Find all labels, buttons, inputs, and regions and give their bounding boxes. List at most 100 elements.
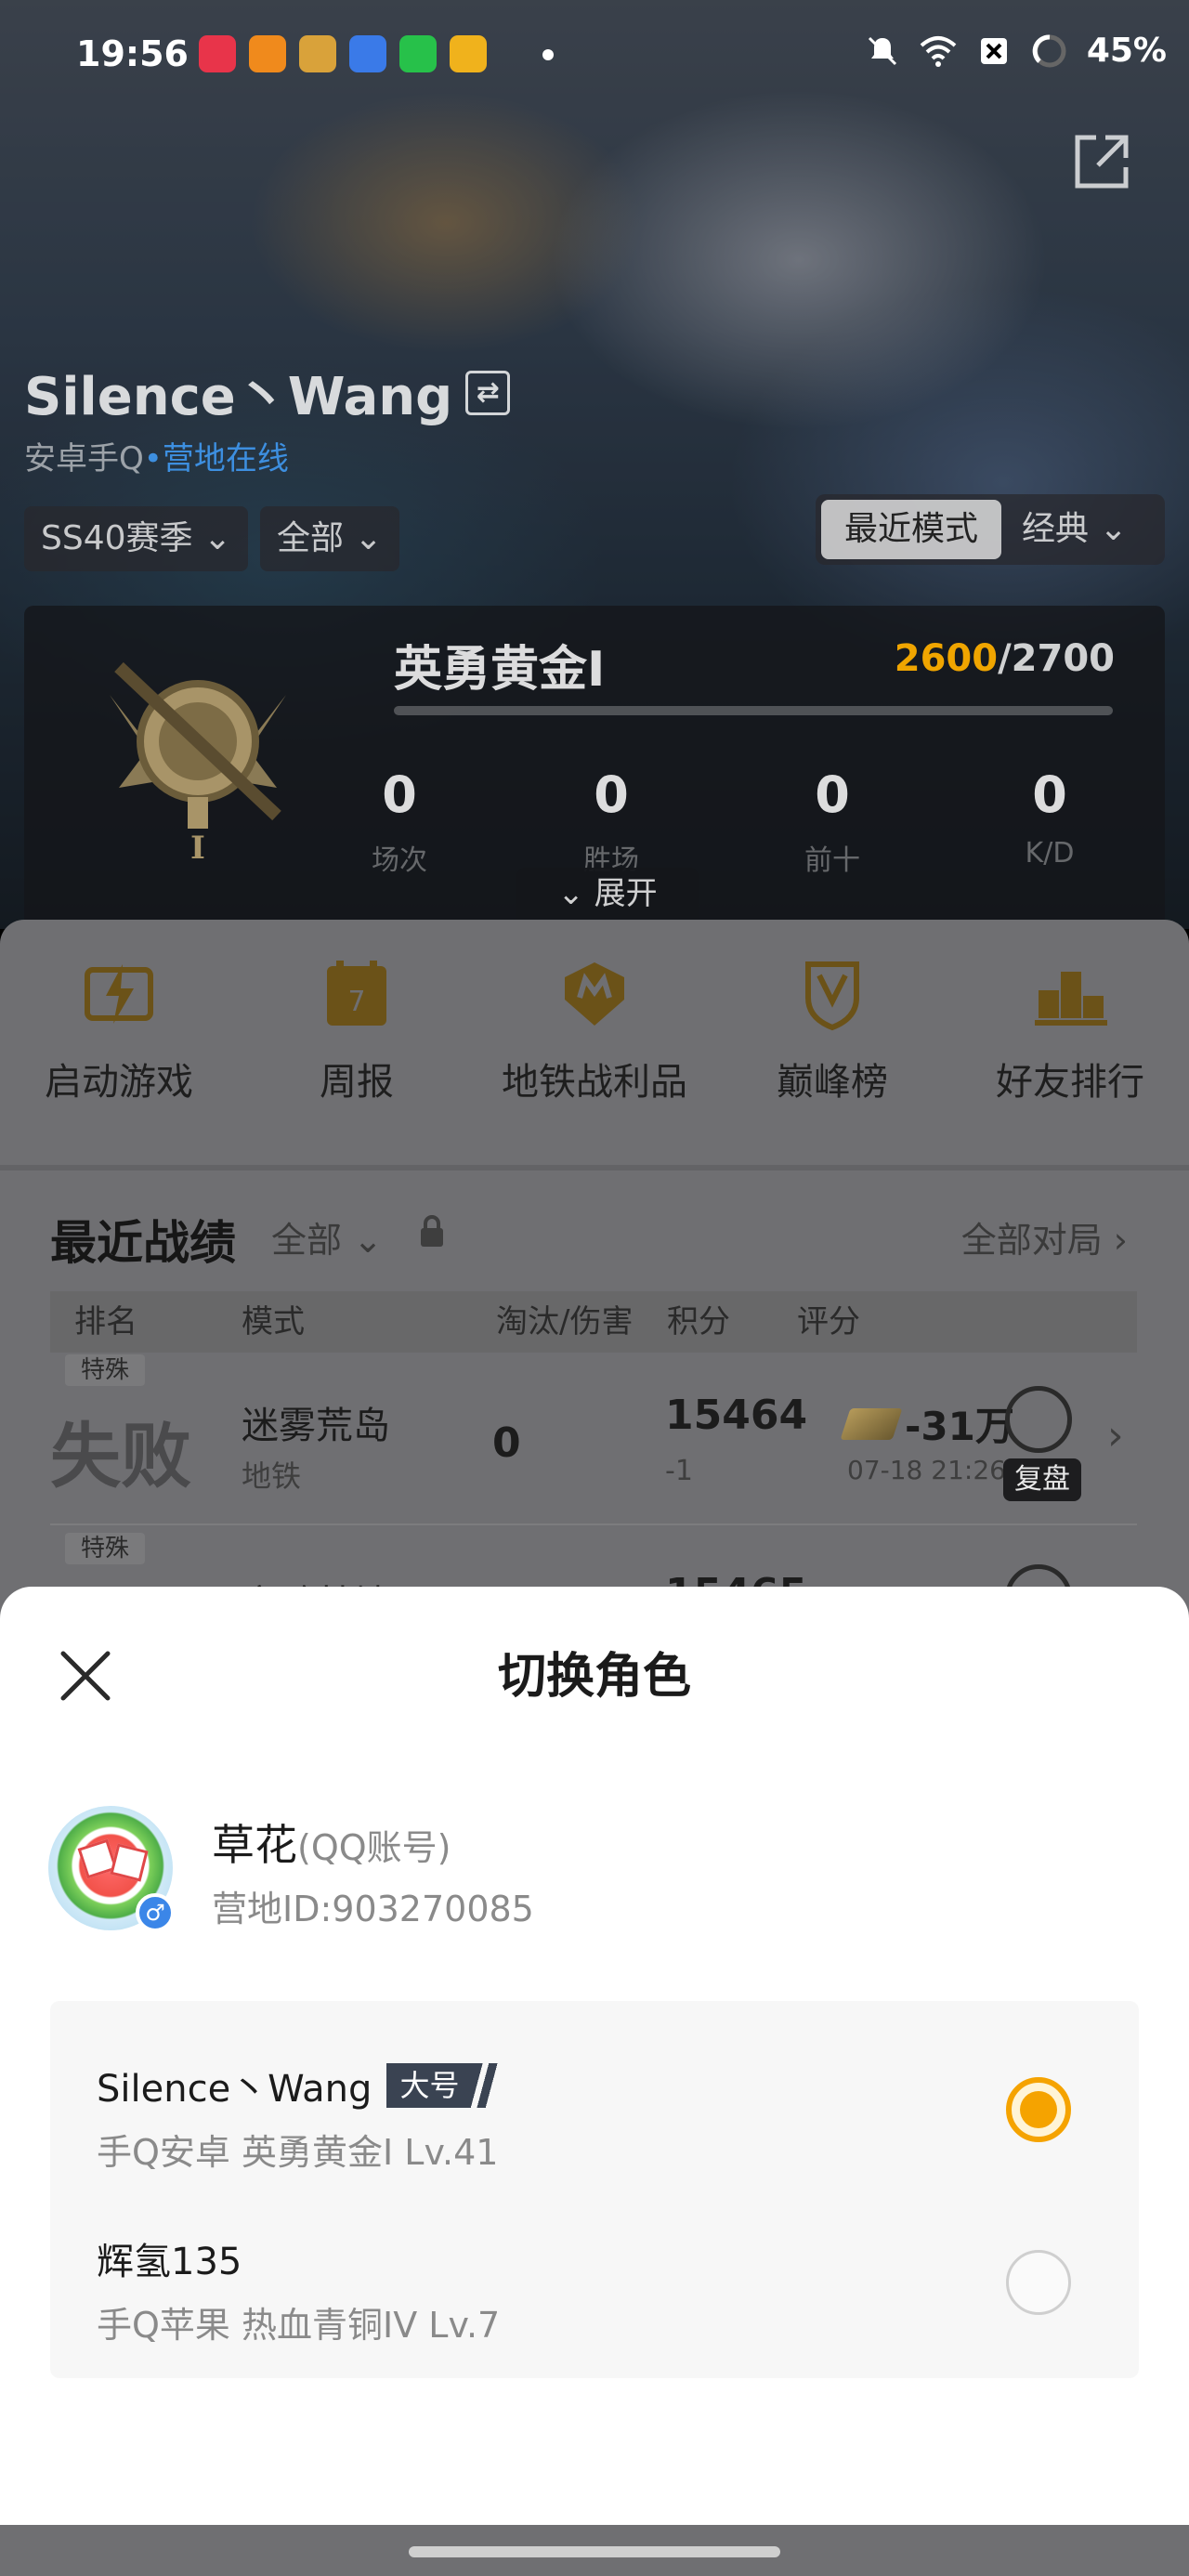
home-indicator[interactable] — [409, 2546, 780, 2557]
type-filter-dropdown[interactable]: 全部 ⌄ — [260, 506, 399, 571]
header-rating: 评分 — [797, 1303, 860, 1340]
mode-recent-tab[interactable]: 最近模式 — [821, 500, 1001, 559]
quick-action-weekly[interactable]: 7 周报 — [245, 957, 468, 1105]
online-status-text: 营地在线 — [162, 440, 289, 477]
match-result: 失败 — [50, 1415, 191, 1497]
match-rating-value: -31万 — [905, 1404, 1014, 1449]
quick-action-label: 启动游戏 — [45, 1061, 193, 1104]
lightning-icon — [85, 964, 153, 1024]
quick-actions: 启动游戏 7 周报 地铁战利品 巅峰榜 好友排行 — [0, 957, 1189, 1143]
role-name: Silence丶Wang 大号 — [97, 2059, 499, 2112]
expand-button[interactable]: ⌄ 展开 — [516, 868, 699, 920]
quick-action-launch[interactable]: 启动游戏 — [7, 957, 230, 1105]
rank-score-total: /2700 — [998, 637, 1115, 680]
records-title: 最近战绩 — [50, 1216, 236, 1270]
all-matches-label: 全部对局 — [960, 1220, 1103, 1261]
records-filter-label: 全部 — [271, 1220, 343, 1261]
badge-icon — [565, 962, 624, 1026]
podium-icon — [1035, 972, 1107, 1026]
role-item-silence-wang[interactable]: Silence丶Wang 大号 手Q安卓 英勇黄金I Lv.41 — [50, 2020, 1139, 2192]
quick-action-label: 巅峰榜 — [777, 1061, 888, 1104]
divider — [0, 1165, 1189, 1170]
quick-action-friend-rank[interactable]: 好友排行 — [959, 957, 1182, 1105]
music-app-icon — [199, 35, 236, 72]
match-mode: 迷雾荒岛 — [242, 1405, 390, 1447]
rank-score-current: 2600 — [894, 637, 999, 680]
player-platform: 安卓手Q•营地在线 — [24, 433, 289, 478]
chat-app-icon — [399, 35, 437, 72]
calendar-icon: 7 — [327, 961, 386, 1026]
season-label: SS40赛季 — [41, 519, 193, 557]
quick-action-label: 周报 — [320, 1061, 394, 1104]
rank-emblem-icon: I — [110, 661, 286, 862]
more-notifications-icon — [542, 49, 554, 60]
battery-level: 45% — [1086, 32, 1167, 70]
rank-score: 2600/2700 — [895, 637, 1115, 680]
camera-app-icon — [450, 35, 487, 72]
type-filter-label: 全部 — [277, 519, 345, 557]
account-id: 营地ID:903270085 — [212, 1889, 534, 1929]
switch-role-sheet: 切换角色 ♂ 草花(QQ账号) 营地ID:903270085 Silence丶W… — [0, 1587, 1189, 2525]
quick-action-leaderboard[interactable]: 巅峰榜 — [721, 957, 944, 1105]
player-name: Silence丶Wang ⇄ — [24, 355, 511, 430]
role-description: 手Q安卓 英勇黄金I Lv.41 — [97, 2132, 499, 2173]
role-list: Silence丶Wang 大号 手Q安卓 英勇黄金I Lv.41 辉氢135 手… — [50, 2001, 1139, 2378]
row-divider — [50, 1523, 1137, 1525]
quick-action-label: 地铁战利品 — [502, 1061, 687, 1104]
quick-action-metro-loot[interactable]: 地铁战利品 — [483, 957, 706, 1105]
table-row[interactable]: 特殊 失败 迷雾荒岛 地铁 0 15464 -1 -31万 07-18 21:2… — [50, 1354, 1137, 1531]
browser-app-icon — [349, 35, 386, 72]
match-kill: 0 — [492, 1419, 521, 1467]
season-dropdown[interactable]: SS40赛季 ⌄ — [24, 506, 249, 571]
rank-progress-bar — [394, 706, 1113, 715]
role-item-huiqing135[interactable]: 辉氢135 手Q苹果 热血青铜IV Lv.7 — [50, 2192, 1139, 2365]
wifi-icon — [920, 35, 957, 67]
gold-bar-icon — [840, 1407, 903, 1440]
stat-value: 0 — [382, 765, 417, 824]
match-submode: 地铁 — [242, 1458, 302, 1494]
match-tag: 特殊 — [65, 1354, 145, 1386]
role-description: 手Q苹果 热血青铜IV Lv.7 — [97, 2305, 501, 2346]
records-filter-dropdown[interactable]: 全部 ⌄ — [271, 1211, 383, 1262]
svg-text:I: I — [190, 830, 205, 862]
platform-text: 安卓手Q — [24, 440, 144, 477]
account-name-text: 草花 — [212, 1820, 297, 1870]
status-right: 45% — [864, 32, 1167, 70]
status-time: 19:56 — [76, 33, 189, 74]
mute-icon — [868, 36, 896, 65]
header-mode: 模式 — [242, 1303, 305, 1340]
mode-classic-tab[interactable]: 经典 ⌄ — [1022, 500, 1128, 559]
account-name: 草花(QQ账号) — [212, 1811, 451, 1873]
stat-value: 0 — [815, 765, 850, 824]
mode-switch: 最近模式 经典 ⌄ — [816, 494, 1165, 565]
share-icon[interactable] — [1068, 128, 1135, 195]
sim-off-icon — [980, 37, 1007, 64]
all-matches-link[interactable]: 全部对局 › — [961, 1211, 1128, 1262]
notification-app-icons — [199, 35, 487, 72]
account-type: (QQ账号) — [297, 1827, 451, 1868]
status-bar: 19:56 45% — [0, 0, 1189, 111]
stat-value: 0 — [1032, 765, 1067, 824]
role-name-text: 辉氢135 — [97, 2241, 242, 2283]
match-rating: -31万 — [840, 1395, 1014, 1452]
lock-icon[interactable] — [418, 1215, 446, 1249]
quick-action-label: 好友排行 — [996, 1061, 1144, 1104]
header-points: 积分 — [667, 1303, 730, 1340]
stat-label: 场次 — [372, 844, 427, 877]
stat-top10: 0 前十 — [758, 765, 907, 878]
account-info: ♂ 草花(QQ账号) 营地ID:903270085 — [48, 1806, 1144, 1936]
expand-label: 展开 — [594, 875, 658, 912]
replay-icon[interactable] — [1005, 1386, 1072, 1453]
role-name: 辉氢135 — [97, 2231, 242, 2285]
stat-value: 0 — [594, 765, 629, 824]
match-date: 07-18 21:26 — [847, 1455, 1006, 1485]
game-app-icon — [299, 35, 336, 72]
svg-text:7: 7 — [347, 986, 365, 1018]
replay-button[interactable]: 复盘 — [1003, 1458, 1081, 1501]
role-radio-selected[interactable] — [1006, 2077, 1071, 2142]
stat-kd: 0 K/D — [975, 765, 1124, 870]
switch-role-icon[interactable]: ⇄ — [465, 370, 511, 415]
stat-matches: 0 场次 — [325, 765, 474, 878]
role-radio[interactable] — [1006, 2250, 1071, 2315]
match-points-change: -1 — [665, 1455, 693, 1487]
